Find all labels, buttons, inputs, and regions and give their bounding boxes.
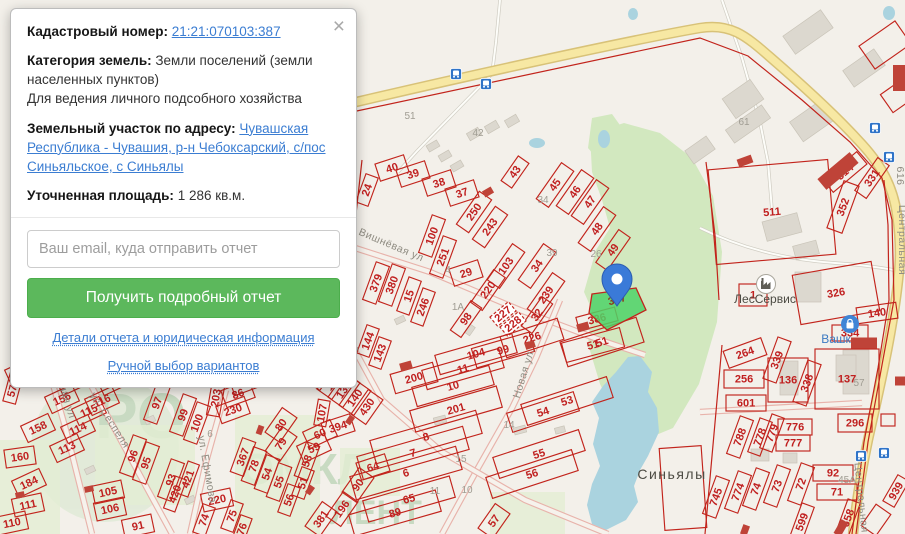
bus-stop-icon: [869, 122, 881, 134]
parcel-number: 140: [867, 306, 887, 320]
red-building: [851, 337, 877, 349]
report-details-link[interactable]: Детали отчета и юридическая информация: [27, 329, 340, 347]
category-label: Категория земель:: [27, 53, 152, 69]
address-number: 14: [503, 420, 515, 431]
red-building: [893, 65, 905, 91]
street-label: 616: [894, 166, 905, 185]
bus-stop-icon: [878, 447, 890, 459]
info-panel: × Кадастровый номер: 21:21:070103:387 Ка…: [10, 8, 357, 389]
bus-stop-icon: [855, 450, 867, 462]
address-number: 34: [537, 195, 549, 206]
address-number: 26: [590, 249, 602, 260]
cadastral-number-label: Кадастровый номер:: [27, 24, 168, 39]
parcel-number: 256: [735, 374, 753, 386]
address-number: 51: [404, 111, 416, 122]
email-input[interactable]: [27, 230, 340, 269]
area-row: Уточненная площадь: 1 286 кв.м.: [27, 186, 340, 205]
building: [782, 452, 798, 464]
address-row: Земельный участок по адресу: Чувашская Р…: [27, 119, 340, 176]
bus-stop-icon: [450, 68, 462, 80]
category-row: Категория земель: Земли поселений (земли…: [27, 51, 340, 108]
address-number: 1А: [452, 302, 465, 313]
address-number: 61: [738, 117, 750, 128]
category-extra: Для ведения личного подсобного хозяйства: [27, 91, 302, 107]
address-number: 57: [853, 378, 865, 389]
address-number: 42: [472, 128, 484, 139]
shopping-bag-icon: [841, 315, 859, 333]
area-label: Уточненная площадь:: [27, 188, 174, 204]
bus-stop-icon: [883, 151, 895, 163]
small-pond: [628, 8, 638, 20]
divider: [11, 217, 356, 219]
cadastral-number-row: Кадастровый номер: 21:21:070103:387: [27, 22, 340, 41]
building: [794, 271, 822, 303]
parcel-number: 511: [763, 206, 782, 220]
parcel-number: 777: [784, 438, 802, 450]
address-number: 10: [461, 485, 473, 496]
address-number: 15: [455, 454, 467, 465]
poi-label: Вашк: [821, 332, 851, 346]
small-pond: [529, 138, 545, 148]
parcel-number: 296: [846, 418, 864, 430]
address-number: 11: [430, 486, 441, 497]
red-building: [895, 376, 905, 386]
area-value: 1 286 кв.м.: [177, 188, 246, 204]
parcel-number: 91: [131, 519, 145, 533]
manual-selection-link[interactable]: Ручной выбор вариантов: [27, 357, 340, 375]
small-pond: [598, 130, 610, 148]
poi-label: ЛесСервис: [734, 292, 796, 306]
bus-stop-icon: [480, 78, 492, 90]
factory-icon: [756, 274, 776, 294]
parcel-number: 136: [779, 375, 797, 387]
address-number: 4: [445, 265, 451, 276]
address-number: 39: [546, 248, 558, 259]
parcel-number: 160: [10, 450, 30, 464]
small-pond: [883, 6, 895, 20]
close-icon[interactable]: ×: [333, 16, 345, 37]
parcel-number: 71: [831, 487, 843, 499]
address-label: Земельный участок по адресу:: [27, 120, 236, 136]
town-label: Синьялы: [637, 466, 706, 482]
street-label: Центральная: [896, 205, 905, 275]
map-viewport: РООМКЛЛЕНТ244039383743454647484925024310…: [0, 0, 905, 534]
cadastral-number-link[interactable]: 21:21:070103:387: [172, 24, 281, 39]
parcel-number: 601: [737, 398, 755, 410]
parcel-number: 776: [786, 422, 804, 434]
get-report-button[interactable]: Получить подробный отчет: [27, 278, 340, 319]
